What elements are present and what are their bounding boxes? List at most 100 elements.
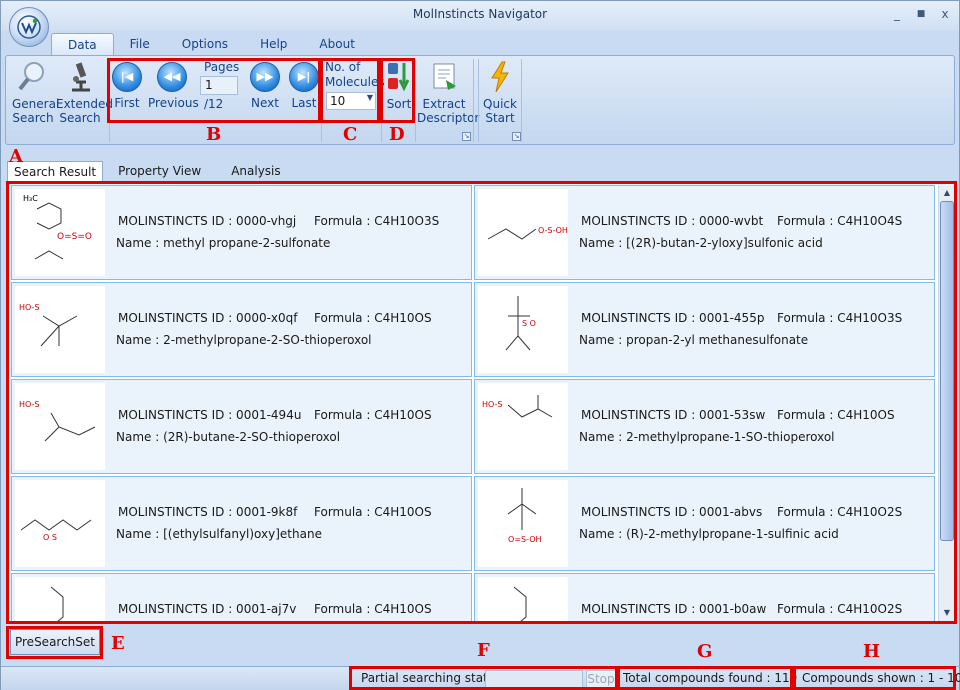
window-title: MolInstincts Navigator — [412, 7, 548, 21]
total-pages-label: /12 — [204, 97, 224, 111]
annotation-label-h: H — [863, 641, 881, 662]
formula: Formula : C4H10OS — [777, 408, 895, 422]
molinstincts-id: MOLINSTINCTS ID : 0001-b0aw — [581, 602, 767, 616]
annotation-label-a: A — [9, 146, 23, 167]
annotation-label-d: D — [389, 124, 405, 145]
compound-name: Name : methyl propane-2-sulfonate — [116, 236, 331, 250]
current-page-field[interactable]: 1 — [200, 76, 238, 95]
formula: Formula : C4H10O2S — [777, 505, 903, 519]
tab-options[interactable]: Options — [166, 33, 244, 55]
maximize-button[interactable]: ■ — [911, 9, 931, 19]
molecule-structure-image — [478, 577, 568, 621]
microscope-icon — [72, 62, 90, 92]
formula: Formula : C4H10O4S — [777, 214, 903, 228]
molecule-structure-image: O-S-OH — [478, 189, 568, 276]
result-card[interactable]: HO-S MOLINSTINCTS ID : 0001-494u Formula :… — [11, 379, 472, 474]
quick-start-button[interactable]: Quick Start — [480, 60, 520, 125]
result-card[interactable]: O-S-OH MOLINSTINCTS ID : 0000-wvbt Formula… — [474, 185, 935, 280]
molecule-structure-icon — [50, 586, 64, 621]
close-button[interactable]: x — [935, 7, 955, 21]
result-card[interactable]: O=S=O H₃C MOLINSTINCTS ID : 0000-vhgj Formu… — [11, 185, 472, 280]
molecule-structure-image: HO-S — [15, 286, 105, 373]
total-found-label: Total compounds found : 119 — [623, 671, 798, 685]
molecules-per-page-select[interactable]: 10 ▼ — [326, 92, 376, 110]
tab-analysis[interactable]: Analysis — [216, 161, 295, 181]
first-button[interactable]: |◀ First — [110, 62, 144, 110]
tab-file[interactable]: File — [114, 33, 166, 55]
molecule-structure-icon: HO-S — [19, 303, 78, 347]
formula: Formula : C4H10O3S — [777, 311, 903, 325]
scroll-thumb[interactable] — [940, 201, 954, 541]
molecule-structure-icon: O-S-OH — [487, 226, 568, 240]
svg-text:HO-S: HO-S — [19, 400, 40, 409]
molecule-structure-image: S O — [478, 286, 568, 373]
previous-button[interactable]: ◀◀ Previous — [148, 62, 199, 110]
svg-text:H₃C: H₃C — [23, 194, 38, 203]
svg-text:O=S=O: O=S=O — [57, 232, 92, 242]
compound-name: Name : [(ethylsulfanyl)oxy]ethane — [116, 527, 322, 541]
molecule-structure-image: O=S=O H₃C — [15, 189, 105, 276]
result-card[interactable]: MOLINSTINCTS ID : 0001-aj7v Formula : C4H… — [11, 573, 472, 621]
presearchset-button[interactable]: PreSearchSet — [10, 629, 100, 655]
result-card[interactable]: O S MOLINSTINCTS ID : 0001-9k8f Formula : … — [11, 476, 472, 571]
app-window: MolInstincts Navigator _ ■ x Data File O… — [0, 0, 960, 690]
tab-data[interactable]: Data — [51, 33, 114, 55]
molinstincts-id: MOLINSTINCTS ID : 0001-494u — [118, 408, 302, 422]
svg-text:O=S-OH: O=S-OH — [508, 535, 542, 544]
molecule-structure-icon: O S — [20, 519, 92, 542]
result-card[interactable]: HO-S MOLINSTINCTS ID : 0000-x0qf Formula :… — [11, 282, 472, 377]
molecules-label: No. of Molecules — [325, 60, 385, 89]
compound-name: Name : 2-methylpropane-1-SO-thioperoxol — [579, 430, 835, 444]
svg-text:S O: S O — [522, 319, 536, 328]
last-page-icon: ▶| — [289, 62, 319, 92]
molinstincts-id: MOLINSTINCTS ID : 0001-455p — [581, 311, 765, 325]
molecule-structure-image: O S — [15, 480, 105, 567]
compound-name: Name : (2R)-butane-2-SO-thioperoxol — [116, 430, 341, 444]
tab-help[interactable]: Help — [244, 33, 303, 55]
compound-name: Name : [(2R)-butan-2-yloxy]sulfonic acid — [579, 236, 823, 250]
next-page-icon: ▶▶ — [250, 62, 280, 92]
tab-property-view[interactable]: Property View — [103, 161, 216, 181]
molecule-structure-image: O=S-OH — [478, 480, 568, 567]
formula: Formula : C4H10OS — [314, 408, 432, 422]
result-card[interactable]: S O MOLINSTINCTS ID : 0001-455p Formula : … — [474, 282, 935, 377]
annotation-label-e: E — [111, 633, 125, 654]
svg-text:HO-S: HO-S — [19, 303, 40, 312]
molinstincts-id: MOLINSTINCTS ID : 0000-wvbt — [581, 214, 764, 228]
scroll-down-icon[interactable]: ▼ — [939, 605, 955, 621]
general-search-button[interactable]: General Search — [12, 60, 59, 125]
last-button[interactable]: ▶| Last — [288, 62, 320, 110]
molinstincts-id: MOLINSTINCTS ID : 0001-53sw — [581, 408, 766, 422]
scroll-up-icon[interactable]: ▲ — [939, 185, 955, 201]
result-card[interactable]: O=S-OH MOLINSTINCTS ID : 0001-abvs Formula… — [474, 476, 935, 571]
molinstincts-id: MOLINSTINCTS ID : 0001-aj7v — [118, 602, 297, 616]
formula: Formula : C4H10OS — [314, 602, 432, 616]
svg-text:O S: O S — [43, 533, 57, 542]
result-card[interactable]: HO-S MOLINSTINCTS ID : 0001-53sw Formula :… — [474, 379, 935, 474]
compound-name: Name : (R)-2-methylpropane-1-sulfinic ac… — [579, 527, 839, 541]
minimize-button[interactable]: _ — [887, 7, 907, 21]
first-page-icon: |◀ — [112, 62, 142, 92]
molecule-structure-icon: S O — [505, 296, 536, 351]
formula: Formula : C4H10O3S — [314, 214, 440, 228]
sort-button[interactable]: Sort — [383, 60, 415, 111]
partial-status-progress — [485, 670, 583, 688]
tab-about[interactable]: About — [303, 33, 370, 55]
pages-label: Pages — [204, 60, 240, 74]
results-scrollbar[interactable]: ▲ ▼ — [938, 185, 954, 621]
extended-search-button[interactable]: Extended Search — [56, 60, 113, 125]
result-card[interactable]: MOLINSTINCTS ID : 0001-b0aw Formula : C4H… — [474, 573, 935, 621]
result-tabs: Search Result Property View Analysis — [7, 161, 296, 181]
molecule-structure-image: HO-S — [15, 383, 105, 470]
stop-button[interactable]: Stop — [586, 670, 616, 688]
app-menu-orb-icon[interactable] — [9, 7, 49, 47]
dialog-launcher-icon[interactable]: ↘ — [512, 132, 521, 141]
molecule-structure-icon: HO-S — [482, 395, 553, 418]
status-bar: Partial searching status : Stop Total co… — [1, 666, 960, 690]
annotation-label-f: F — [477, 640, 490, 661]
annotation-label-b: B — [206, 124, 222, 145]
next-button[interactable]: ▶▶ Next — [248, 62, 282, 110]
lightning-icon — [491, 61, 509, 93]
molecule-structure-icon — [513, 586, 527, 621]
svg-text:O-S-OH: O-S-OH — [538, 226, 568, 235]
